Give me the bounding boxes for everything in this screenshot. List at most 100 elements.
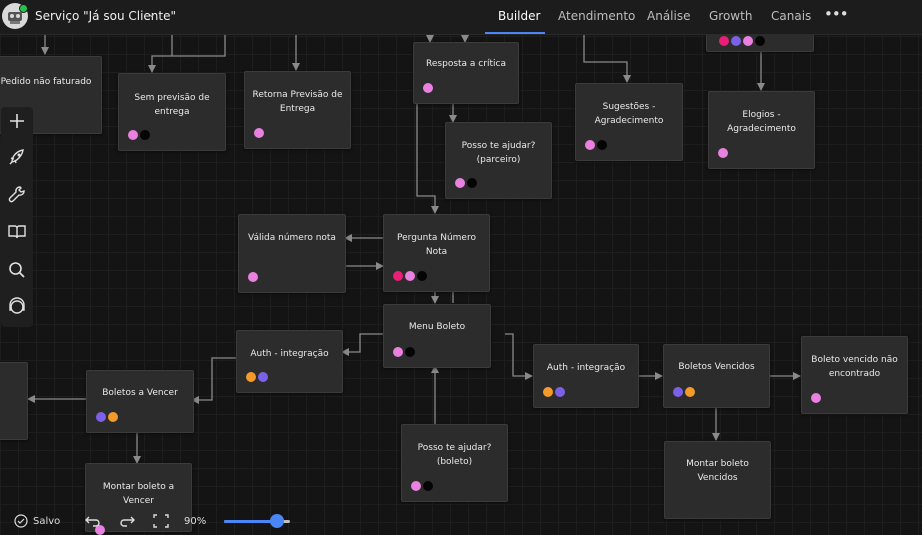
node-tags xyxy=(585,140,607,150)
undo-icon[interactable] xyxy=(84,514,102,528)
tag-dot xyxy=(597,140,607,150)
more-horizontal-icon[interactable]: ••• xyxy=(824,5,849,23)
node-tags xyxy=(811,393,821,403)
tab-builder[interactable]: Builder xyxy=(498,9,540,23)
left-toolbar xyxy=(1,107,33,327)
tag-dot xyxy=(254,128,264,138)
rocket-icon[interactable] xyxy=(5,145,29,169)
tag-dot xyxy=(585,140,595,150)
tag-dot xyxy=(811,393,821,403)
tag-dot xyxy=(718,148,728,158)
fit-screen-icon[interactable] xyxy=(152,513,170,529)
node-tags xyxy=(455,178,477,188)
tag-dot xyxy=(96,412,106,422)
node-label: Pergunta Número Nota xyxy=(397,233,476,257)
top-navigation-bar: Serviço "Já sou Cliente" ⌄ Builder Atend… xyxy=(0,0,922,35)
zoom-slider[interactable] xyxy=(224,514,290,528)
flow-node[interactable]: Auth - integração xyxy=(533,344,639,408)
node-tags xyxy=(246,372,268,382)
node-label: Resposta a crítica xyxy=(426,59,506,69)
book-icon[interactable] xyxy=(5,220,29,244)
flow-node[interactable]: Válida número nota xyxy=(238,214,346,293)
add-icon[interactable] xyxy=(5,109,29,133)
tag-dot xyxy=(423,83,433,93)
node-label: Montar boleto Vencidos xyxy=(686,459,749,483)
node-tags xyxy=(543,387,565,397)
flow-node[interactable]: Boleto vencido não encontrado xyxy=(801,336,908,414)
node-tags xyxy=(96,412,118,422)
node-label: Sem previsão de entrega xyxy=(134,93,210,117)
redo-icon[interactable] xyxy=(118,514,136,528)
flow-node[interactable]: Resposta a crítica xyxy=(413,42,519,104)
node-label: Auth - integração xyxy=(546,363,626,373)
tag-dot xyxy=(258,372,268,382)
node-tags xyxy=(673,387,695,397)
flow-node[interactable]: Sugestões - Agradecimento xyxy=(575,83,683,161)
node-label: Boletos a Vencer xyxy=(102,388,178,398)
tag-dot xyxy=(543,387,553,397)
search-icon[interactable] xyxy=(5,258,29,282)
tag-dot xyxy=(393,271,403,281)
flow-node[interactable] xyxy=(0,362,28,440)
node-tags xyxy=(393,347,415,357)
node-label: Posso te ajudar? (boleto) xyxy=(417,443,492,467)
tag-dot xyxy=(393,347,403,357)
wrench-icon[interactable] xyxy=(5,183,29,207)
tag-dot xyxy=(405,347,415,357)
tag-dot xyxy=(731,36,741,46)
flow-node[interactable]: Auth - integração xyxy=(236,330,343,393)
node-label: Válida número nota xyxy=(248,233,336,243)
flow-node[interactable]: Pergunta Número Nota xyxy=(383,214,490,292)
node-label: Boletos Vencidos xyxy=(678,362,755,372)
node-label: Elogios - Agradecimento xyxy=(727,110,796,134)
tag-dot xyxy=(719,36,729,46)
tab-analise[interactable]: Análise xyxy=(647,9,690,23)
zoom-level: 90% xyxy=(184,516,207,527)
saved-check-icon xyxy=(14,514,28,528)
node-tags xyxy=(718,148,728,158)
tag-dot xyxy=(128,130,138,140)
flow-node[interactable]: Sem previsão de entrega xyxy=(118,73,226,151)
tab-atendimento[interactable]: Atendimento xyxy=(558,9,635,23)
flow-node[interactable]: Menu Boleto xyxy=(383,304,491,368)
tag-dot xyxy=(673,387,683,397)
flow-node[interactable]: Posso te ajudar? (boleto) xyxy=(401,424,508,502)
tag-dot xyxy=(755,36,765,46)
bottom-controls xyxy=(0,506,922,530)
tag-dot xyxy=(685,387,695,397)
tag-dot xyxy=(405,271,415,281)
tag-dot xyxy=(246,372,256,382)
save-status: Salvo xyxy=(33,516,61,527)
node-label: Sugestões - Agradecimento xyxy=(594,102,664,126)
active-tab-indicator xyxy=(485,32,545,34)
tab-growth[interactable]: Growth xyxy=(709,9,752,23)
node-tags xyxy=(423,83,433,93)
node-tags xyxy=(719,36,765,46)
node-label: Posso te ajudar? (parceiro) xyxy=(461,141,536,165)
flow-node[interactable]: Posso te ajudar? (parceiro) xyxy=(445,122,552,199)
flow-node[interactable]: Elogios - Agradecimento xyxy=(708,91,815,169)
tag-dot xyxy=(743,36,753,46)
flow-node[interactable]: Retorna Previsão de Entrega xyxy=(244,71,351,149)
support-icon[interactable] xyxy=(5,295,29,319)
tab-canais[interactable]: Canais xyxy=(771,9,811,23)
node-label: Montar boleto a Vencer xyxy=(102,482,175,506)
tag-dot xyxy=(555,387,565,397)
node-tags xyxy=(128,130,150,140)
tag-dot xyxy=(248,272,258,282)
flow-node[interactable]: Boletos Vencidos xyxy=(663,344,770,408)
tag-dot xyxy=(423,481,433,491)
node-label: Pedido não faturado xyxy=(0,77,92,87)
node-label: Menu Boleto xyxy=(408,322,466,332)
chevron-down-icon[interactable]: ⌄ xyxy=(147,7,156,20)
tag-dot xyxy=(140,130,150,140)
tag-dot xyxy=(417,271,427,281)
node-tags xyxy=(248,272,258,282)
tag-dot xyxy=(467,178,477,188)
zoom-slider-handle[interactable] xyxy=(269,514,284,528)
online-status-dot xyxy=(19,4,28,13)
tag-dot xyxy=(108,412,118,422)
flow-node[interactable]: Boletos a Vencer xyxy=(86,370,194,433)
node-tags xyxy=(411,481,433,491)
zoom-slider-fill xyxy=(224,520,277,523)
